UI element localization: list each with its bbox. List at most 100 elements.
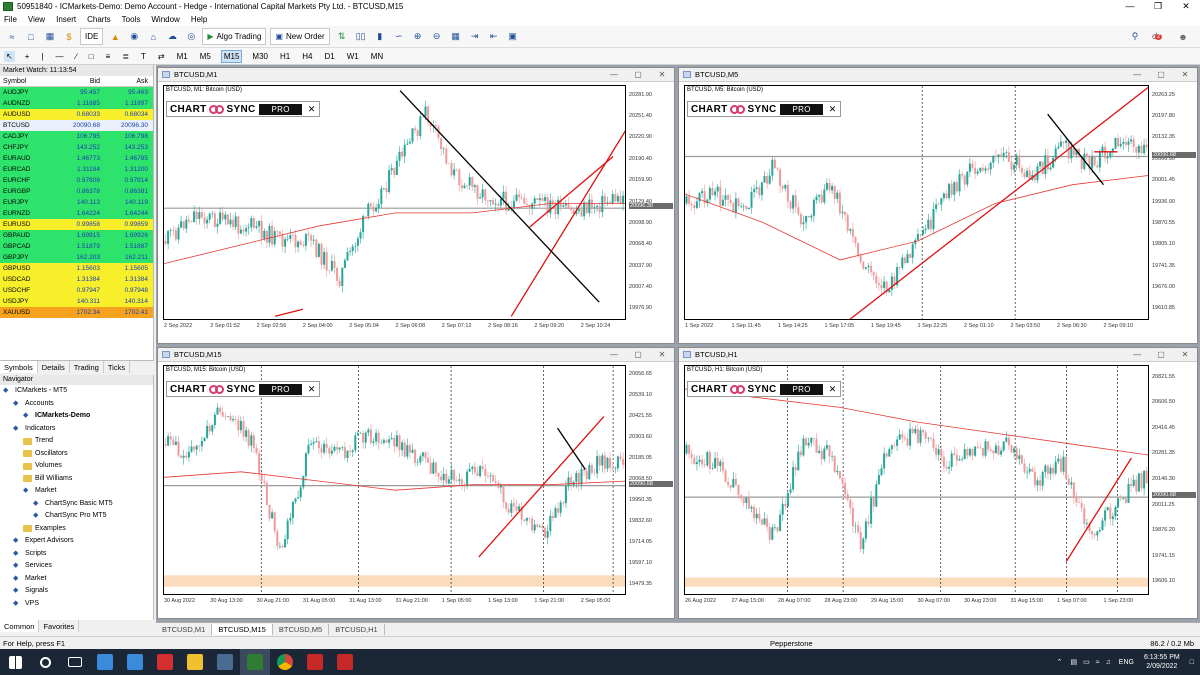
- chartsync-pro-badge[interactable]: CHART SYNC PRO ✕: [166, 101, 320, 117]
- symbols-icon[interactable]: $: [61, 29, 77, 45]
- tf-m15[interactable]: M15: [220, 49, 243, 63]
- account-icon[interactable]: ☻: [1175, 29, 1191, 45]
- bar-chart-icon[interactable]: ▯▯: [353, 29, 369, 45]
- tf-m5[interactable]: M5: [198, 51, 213, 62]
- chart-tab-m15[interactable]: BTCUSD,M15: [212, 624, 273, 635]
- market-watch-row[interactable]: GBPCAD 1.51879 1.51887: [0, 241, 153, 252]
- mt5-taskbar-icon[interactable]: [240, 649, 270, 675]
- navigator-item[interactable]: ◆ Market: [0, 573, 153, 586]
- navigator-item[interactable]: Trend: [0, 435, 153, 448]
- navigator-item[interactable]: ◆ Indicators: [0, 423, 153, 436]
- clock[interactable]: 6:13:55 PM 2/09/2022: [1144, 653, 1180, 671]
- chart-tab-h1[interactable]: BTCUSD,H1: [329, 624, 385, 635]
- market-watch-row[interactable]: EURJPY 140.113 140.119: [0, 197, 153, 208]
- tray-chevron-icon[interactable]: ⌃: [1057, 658, 1063, 666]
- market-watch-row[interactable]: USDCHF 0.97947 0.97948: [0, 285, 153, 296]
- close-icon[interactable]: ✕: [1172, 0, 1200, 13]
- market-watch-row[interactable]: AUDUSD 0.68033 0.68034: [0, 109, 153, 120]
- market-watch-row[interactable]: EURUSD 0.99858 0.99859: [0, 219, 153, 230]
- chart-plot-area[interactable]: BTCUSD, H1: Bitcoin (USD) CHART SYNC PRO ✕: [684, 365, 1149, 595]
- market-watch-row[interactable]: EURNZD 1.64224 1.64244: [0, 208, 153, 219]
- app-icon-2[interactable]: [120, 649, 150, 675]
- screenshot-icon[interactable]: ▣: [505, 29, 521, 45]
- text-icon[interactable]: T: [139, 51, 148, 62]
- market-watch-row[interactable]: EURCHF 0.97808 0.97814: [0, 175, 153, 186]
- notification-center-icon[interactable]: □: [1190, 659, 1194, 666]
- price-scale[interactable]: 20263.25 20197.80 20132.35 20066.90 20001.45…: [1152, 85, 1196, 320]
- signals-icon[interactable]: ◉: [126, 29, 142, 45]
- menu-view[interactable]: View: [28, 15, 45, 24]
- chart-tab-m1[interactable]: BTCUSD,M1: [156, 624, 213, 635]
- profiles-icon[interactable]: ▦: [42, 29, 58, 45]
- navigator-item[interactable]: ◆ Signals: [0, 585, 153, 598]
- community-icon[interactable]: ◎: [183, 29, 199, 45]
- tf-h4[interactable]: H4: [300, 51, 314, 62]
- tf-h1[interactable]: H1: [278, 51, 292, 62]
- tab-symbols[interactable]: Symbols: [0, 361, 38, 373]
- notifications-icon[interactable]: ☌2: [1149, 29, 1165, 45]
- chart-plot-area[interactable]: BTCUSD, M1: Bitcoin (USD) CHART SYNC PRO ✕: [163, 85, 626, 320]
- chart-maximize-icon[interactable]: ▢: [626, 70, 650, 79]
- uptrend-line[interactable]: [510, 128, 626, 317]
- chart-plot-area[interactable]: BTCUSD, M15: Bitcoin (USD) CHART SYNC PRO ✕: [163, 365, 626, 595]
- market-watch-row[interactable]: EURCAD 1.31194 1.31200: [0, 164, 153, 175]
- navigator-item[interactable]: ◆ Market: [0, 485, 153, 498]
- navigator-item[interactable]: ◆ ChartSync Pro MT5: [0, 510, 153, 523]
- navigator-item[interactable]: Bill Williams: [0, 473, 153, 486]
- market-watch-row[interactable]: AUDNZD 1.11885 1.11897: [0, 98, 153, 109]
- start-icon[interactable]: [0, 649, 30, 675]
- vertical-line-icon[interactable]: |: [39, 51, 45, 62]
- chart-minimize-icon[interactable]: —: [1125, 350, 1149, 359]
- market-watch-row[interactable]: GBPUSD 1.15603 1.15605: [0, 263, 153, 274]
- menu-file[interactable]: File: [4, 15, 17, 24]
- minimize-icon[interactable]: —: [1116, 0, 1144, 13]
- tf-w1[interactable]: W1: [345, 51, 361, 62]
- tile-icon[interactable]: ▦: [448, 29, 464, 45]
- search-taskbar-icon[interactable]: [30, 649, 60, 675]
- line-chart-icon[interactable]: ∽: [391, 29, 407, 45]
- chart-minimize-icon[interactable]: —: [602, 70, 626, 79]
- chart-window-titlebar[interactable]: BTCUSD,M1 — ▢ ✕: [158, 68, 674, 82]
- tab-favorites[interactable]: Favorites: [39, 620, 80, 632]
- channel-icon[interactable]: ≡: [104, 51, 113, 62]
- chart-maximize-icon[interactable]: ▢: [626, 350, 650, 359]
- tf-m30[interactable]: M30: [250, 51, 270, 62]
- new-order-button[interactable]: ▣ New Order: [270, 28, 330, 45]
- downtrend-line[interactable]: [399, 90, 600, 303]
- market-watch-row[interactable]: CADJPY 106.795 106.798: [0, 131, 153, 142]
- market-watch-row[interactable]: GBPJPY 162.203 162.211: [0, 252, 153, 263]
- col-symbol[interactable]: Symbol: [0, 76, 58, 86]
- chart-close-icon[interactable]: ✕: [1173, 350, 1197, 359]
- navigator-item[interactable]: ◆ ICMarkets-Demo: [0, 410, 153, 423]
- market-icon[interactable]: ⌂: [145, 29, 161, 45]
- menu-help[interactable]: Help: [191, 15, 207, 24]
- chart-close-icon[interactable]: ✕: [650, 350, 674, 359]
- col-bid[interactable]: Bid: [58, 76, 103, 86]
- autoscroll-icon[interactable]: ⇥: [467, 29, 483, 45]
- arrows-icon[interactable]: ⇄: [156, 51, 167, 62]
- chart-window-m5[interactable]: BTCUSD,M5— ▢ ✕ BTCUSD, M5: Bitcoin (USD) CHA…: [678, 67, 1198, 344]
- chart-maximize-icon[interactable]: ▢: [1149, 350, 1173, 359]
- chartsync-pro-badge[interactable]: CHART SYNC PRO ✕: [687, 101, 841, 117]
- navigator-item[interactable]: ◆ ChartSync Basic MT5: [0, 498, 153, 511]
- market-watch-row[interactable]: USDCAD 1.31384 1.31384: [0, 274, 153, 285]
- vps-icon[interactable]: ☁: [164, 29, 180, 45]
- menu-charts[interactable]: Charts: [87, 15, 111, 24]
- new-chart-icon[interactable]: □: [23, 29, 39, 45]
- app-icon-5[interactable]: [330, 649, 360, 675]
- candles-icon[interactable]: ▮: [372, 29, 388, 45]
- algo-trading-button[interactable]: ▶ Algo Trading: [202, 28, 267, 45]
- price-scale[interactable]: 20821.55 20606.50 20416.45 20281.35 20146.30…: [1152, 365, 1196, 595]
- chart-close-icon[interactable]: ✕: [650, 70, 674, 79]
- chart-minimize-icon[interactable]: —: [1125, 70, 1149, 79]
- file-explorer-icon[interactable]: [180, 649, 210, 675]
- volume-icon[interactable]: ♫: [1106, 659, 1111, 666]
- app-icon-3[interactable]: [150, 649, 180, 675]
- price-scale[interactable]: 20656.65 20539.10 20421.55 20303.60 20185.05…: [629, 365, 673, 595]
- horizontal-line-icon[interactable]: —: [53, 51, 65, 62]
- restore-icon[interactable]: ❐: [1144, 0, 1172, 13]
- chart-window-titlebar[interactable]: BTCUSD,H1 — ▢ ✕: [679, 348, 1197, 362]
- fibo-icon[interactable]: ≣: [120, 51, 131, 62]
- market-watch-row[interactable]: USDJPY 140.311 140.314: [0, 296, 153, 307]
- search-icon[interactable]: ⚲: [1127, 29, 1143, 45]
